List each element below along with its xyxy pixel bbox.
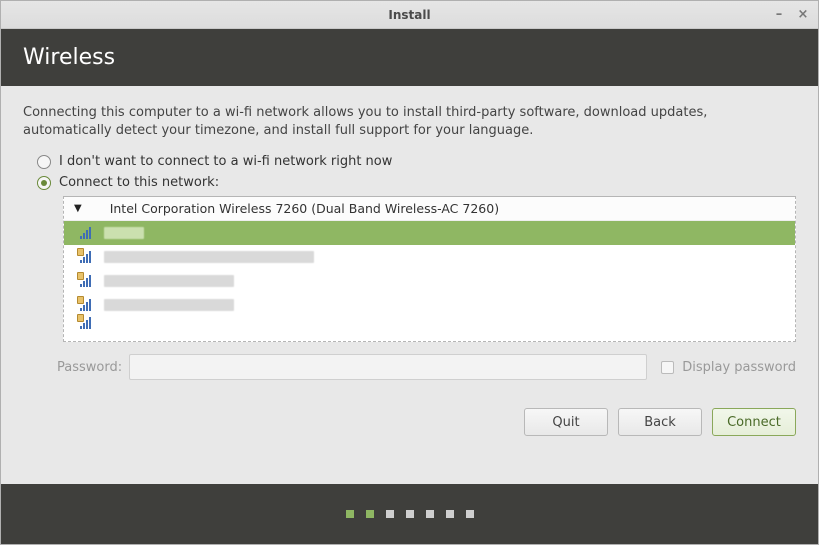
button-row: Quit Back Connect xyxy=(23,408,796,436)
progress-step xyxy=(446,510,454,518)
network-item[interactable] xyxy=(64,269,795,293)
quit-button[interactable]: Quit xyxy=(524,408,608,436)
network-ssid xyxy=(104,299,234,311)
password-label: Password: xyxy=(57,360,121,375)
network-list[interactable] xyxy=(64,221,795,341)
progress-step xyxy=(366,510,374,518)
option-connect-row[interactable]: Connect to this network: xyxy=(37,175,796,190)
back-button[interactable]: Back xyxy=(618,408,702,436)
password-row: Password: Display password xyxy=(57,354,796,380)
radio-skip[interactable] xyxy=(37,155,51,169)
window-controls: – × xyxy=(770,5,812,23)
option-connect-label: Connect to this network: xyxy=(59,175,219,190)
page-title: Wireless xyxy=(23,45,796,70)
content-area: Connecting this computer to a wi-fi netw… xyxy=(1,86,818,484)
connect-button[interactable]: Connect xyxy=(712,408,796,436)
password-input[interactable] xyxy=(129,354,647,380)
progress-step xyxy=(426,510,434,518)
header-band: Wireless xyxy=(1,29,818,86)
display-password-label: Display password xyxy=(682,360,796,375)
titlebar[interactable]: Install – × xyxy=(1,1,818,29)
window-title: Install xyxy=(388,8,430,22)
wifi-icon xyxy=(80,227,94,239)
close-button[interactable]: × xyxy=(794,5,812,23)
wifi-lock-icon xyxy=(80,251,94,263)
network-item[interactable] xyxy=(64,293,795,317)
device-name: Intel Corporation Wireless 7260 (Dual Ba… xyxy=(110,201,499,216)
network-item[interactable] xyxy=(64,245,795,269)
progress-footer xyxy=(1,484,818,544)
network-list-box: ▼ Intel Corporation Wireless 7260 (Dual … xyxy=(63,196,796,342)
wifi-lock-icon xyxy=(80,275,94,287)
network-ssid xyxy=(104,227,144,239)
network-item-partial[interactable] xyxy=(64,317,795,329)
wifi-lock-icon xyxy=(80,317,94,329)
progress-step xyxy=(346,510,354,518)
installer-window: Install – × Wireless Connecting this com… xyxy=(0,0,819,545)
device-row[interactable]: ▼ Intel Corporation Wireless 7260 (Dual … xyxy=(64,197,795,221)
network-ssid xyxy=(104,275,234,287)
description-text: Connecting this computer to a wi-fi netw… xyxy=(23,104,796,140)
option-skip-label: I don't want to connect to a wi-fi netwo… xyxy=(59,154,392,169)
caret-down-icon: ▼ xyxy=(74,203,82,214)
network-item[interactable] xyxy=(64,221,795,245)
minimize-button[interactable]: – xyxy=(770,5,788,23)
progress-step xyxy=(466,510,474,518)
display-password-checkbox[interactable] xyxy=(661,361,674,374)
radio-connect[interactable] xyxy=(37,176,51,190)
progress-step xyxy=(386,510,394,518)
progress-step xyxy=(406,510,414,518)
network-ssid xyxy=(104,251,314,263)
wifi-lock-icon xyxy=(80,299,94,311)
option-skip-row[interactable]: I don't want to connect to a wi-fi netwo… xyxy=(37,154,796,169)
